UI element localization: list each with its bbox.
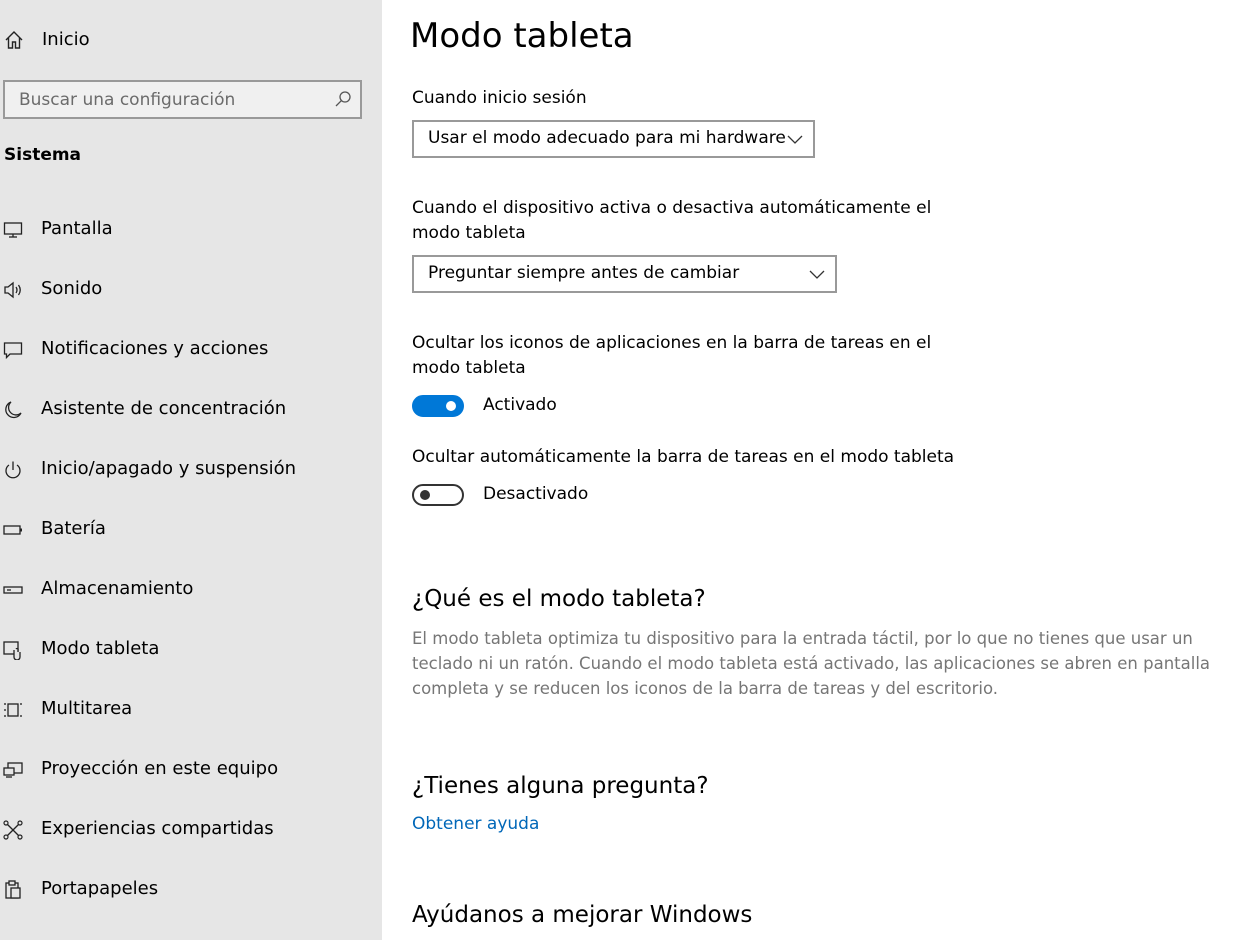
- help-link[interactable]: Obtener ayuda: [412, 814, 539, 834]
- sidebar-item-multitarea[interactable]: Multitarea: [0, 680, 382, 740]
- signin-dropdown[interactable]: Usar el modo adecuado para mi hardware: [412, 120, 815, 158]
- storage-icon: [3, 586, 23, 594]
- sidebar-item-portapapeles[interactable]: Portapapeles: [0, 860, 382, 920]
- toggle-knob: [446, 401, 456, 411]
- sidebar-item-notificaciones[interactable]: Notificaciones y acciones: [0, 320, 382, 380]
- hide-icons-toggle-row: Activado: [412, 395, 812, 425]
- sidebar-item-label: Asistente de concentración: [41, 398, 287, 419]
- sidebar-item-label: Proyección en este equipo: [41, 758, 279, 779]
- nav-home-label: Inicio: [42, 29, 90, 50]
- sidebar-item-almacenamiento[interactable]: Almacenamiento: [0, 560, 382, 620]
- autohide-taskbar-toggle[interactable]: [412, 484, 464, 506]
- tablet-mode-icon: [3, 641, 21, 660]
- auto-switch-label: Cuando el dispositivo activa o desactiva…: [412, 198, 932, 243]
- toggle-knob: [420, 490, 430, 500]
- sidebar-item-label: Portapapeles: [41, 878, 159, 899]
- clipboard-icon: [5, 880, 21, 899]
- sidebar-item-label: Sonido: [41, 278, 103, 299]
- sidebar-item-label: Modo tableta: [41, 638, 160, 659]
- what-is-description: El modo tableta optimiza tu dispositivo …: [412, 629, 1211, 698]
- sidebar-item-label: Inicio/apagado y suspensión: [41, 458, 297, 479]
- autohide-taskbar-toggle-row: Desactivado: [412, 484, 812, 514]
- speaker-icon: [4, 281, 21, 299]
- sidebar-item-label: Almacenamiento: [41, 578, 194, 599]
- search-box[interactable]: [3, 80, 362, 119]
- sidebar-item-modo-tableta[interactable]: Modo tableta: [0, 620, 382, 680]
- sidebar-item-label: Notificaciones y acciones: [41, 338, 269, 359]
- autohide-taskbar-state: Desactivado: [483, 484, 589, 504]
- sidebar-item-label: Multitarea: [41, 698, 133, 719]
- section-title: Sistema: [4, 145, 82, 165]
- what-is-heading: ¿Qué es el modo tableta?: [412, 586, 706, 612]
- multitasking-icon: [4, 703, 22, 717]
- power-icon: [5, 461, 21, 479]
- nav-list: Pantalla Sonido Notificaciones y accione…: [0, 200, 382, 920]
- chevron-down-icon: [787, 135, 803, 144]
- sidebar-item-sonido[interactable]: Sonido: [0, 260, 382, 320]
- signin-dropdown-value: Usar el modo adecuado para mi hardware: [428, 128, 786, 148]
- sidebar-item-label: Pantalla: [41, 218, 113, 239]
- signin-label: Cuando inicio sesión: [412, 88, 587, 108]
- notification-icon: [3, 342, 23, 360]
- home-icon: [5, 31, 23, 49]
- hide-icons-state: Activado: [483, 395, 557, 415]
- auto-switch-dropdown[interactable]: Preguntar siempre antes de cambiar: [412, 255, 837, 293]
- autohide-taskbar-label: Ocultar automáticamente la barra de tare…: [412, 447, 955, 467]
- sidebar-item-experiencias-compartidas[interactable]: Experiencias compartidas: [0, 800, 382, 860]
- question-heading: ¿Tienes alguna pregunta?: [412, 773, 709, 799]
- projection-icon: [3, 762, 23, 778]
- page-title: Modo tableta: [410, 16, 634, 56]
- improve-heading: Ayúdanos a mejorar Windows: [412, 902, 753, 928]
- chevron-down-icon: [809, 270, 825, 279]
- monitor-icon: [3, 222, 23, 238]
- moon-icon: [5, 401, 22, 419]
- hide-icons-toggle[interactable]: [412, 395, 464, 417]
- sidebar-item-asistente-concentracion[interactable]: Asistente de concentración: [0, 380, 382, 440]
- battery-icon: [3, 525, 22, 535]
- sidebar-item-bateria[interactable]: Batería: [0, 500, 382, 560]
- search-icon[interactable]: [334, 90, 352, 108]
- sidebar-item-pantalla[interactable]: Pantalla: [0, 200, 382, 260]
- search-input[interactable]: [5, 82, 329, 117]
- nav-home[interactable]: Inicio: [0, 18, 382, 62]
- auto-switch-dropdown-value: Preguntar siempre antes de cambiar: [428, 263, 740, 283]
- sidebar: Inicio Sistema Pantalla Sonido: [0, 0, 382, 940]
- sidebar-item-inicio-apagado[interactable]: Inicio/apagado y suspensión: [0, 440, 382, 500]
- sidebar-item-label: Batería: [41, 518, 106, 539]
- hide-icons-label: Ocultar los iconos de aplicaciones en la…: [412, 333, 932, 378]
- shared-experiences-icon: [3, 820, 23, 840]
- sidebar-item-label: Experiencias compartidas: [41, 818, 274, 839]
- sidebar-item-proyeccion[interactable]: Proyección en este equipo: [0, 740, 382, 800]
